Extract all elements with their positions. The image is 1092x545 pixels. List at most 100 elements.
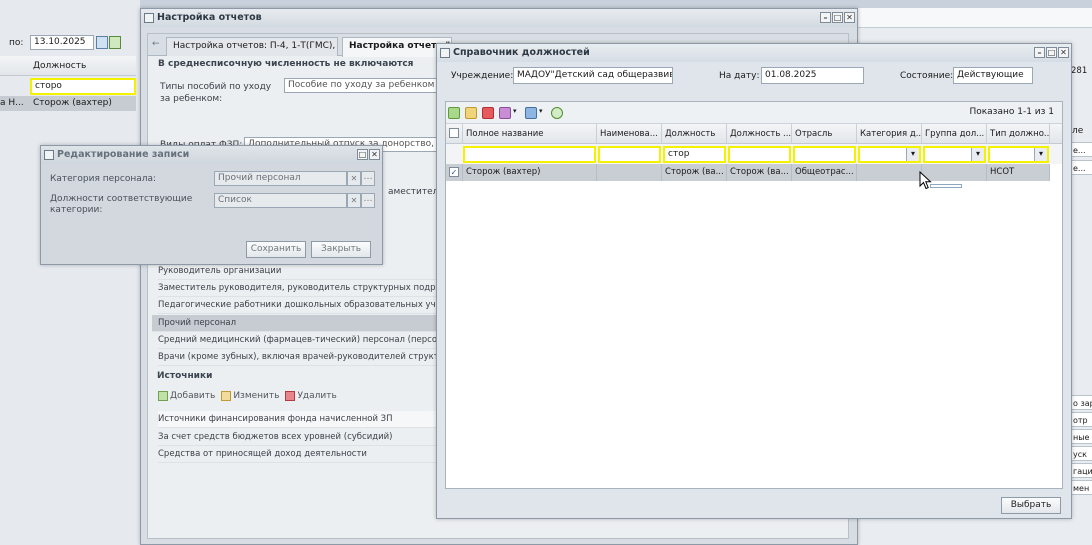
tab-report-p4[interactable]: Настройка отчетов: П-4, 1-Т(ГМС), 1-Т [166, 37, 338, 56]
column-position[interactable]: Должность [662, 124, 727, 144]
actions-menu-icon[interactable] [499, 107, 511, 119]
minimize-icon[interactable]: – [1034, 47, 1045, 58]
arrow-left-icon[interactable]: ← [152, 39, 160, 49]
select-positions-icon[interactable]: … [361, 193, 375, 208]
column-type[interactable]: Тип должно... [987, 124, 1050, 144]
chevron-down-icon[interactable]: ▾ [971, 148, 984, 161]
cell-type: НСОТ [987, 164, 1050, 181]
positions-window-title: Справочник должностей [453, 47, 590, 58]
positions-field[interactable]: Список [214, 193, 347, 208]
category-row[interactable]: Заместитель руководителя, руководитель с… [158, 280, 448, 297]
refresh-icon[interactable] [551, 107, 563, 119]
window-icon [144, 13, 154, 23]
sources-toolbar: Добавить Изменить Удалить [158, 391, 343, 401]
background-right-row-1: е... [1070, 142, 1092, 157]
edit-dialog-title: Редактирование записи [57, 149, 190, 160]
close-icon[interactable]: ✕ [844, 12, 855, 23]
select-button[interactable]: Выбрать [1001, 497, 1061, 514]
background-right-item: отр [1070, 412, 1092, 427]
column-industry[interactable]: Отрасль [792, 124, 857, 144]
on-date-label: На дату: [719, 71, 760, 81]
close-icon[interactable]: ✕ [1058, 47, 1069, 58]
filter-position[interactable]: стор [663, 146, 726, 163]
pencil-icon[interactable] [465, 107, 477, 119]
column-full-name[interactable]: Полное название [463, 124, 597, 144]
source-row[interactable]: Средства от приносящей доход деятельност… [158, 446, 448, 463]
source-row[interactable]: Источники финансирования фонда начисленн… [158, 411, 448, 428]
filter-industry[interactable] [793, 146, 856, 163]
close-icon[interactable]: ✕ [369, 149, 380, 160]
filter-category[interactable]: ▾ [858, 146, 921, 163]
select-category-icon[interactable]: … [361, 171, 375, 186]
source-row[interactable]: За счет средств бюджетов всех уровней (с… [158, 429, 448, 446]
maximize-icon[interactable]: □ [1046, 47, 1057, 58]
cell-full-name: Сторож (вахтер) [463, 164, 597, 181]
position-column-header: Должность [33, 61, 87, 71]
background-right-value: 281 [1071, 66, 1088, 76]
row-checkbox[interactable]: ✓ [449, 167, 459, 177]
select-all-cell[interactable] [446, 124, 463, 144]
edit-record-dialog: Редактирование записи □ ✕ Категория перс… [40, 145, 383, 265]
grid-toolbar: ▾ ▾ Показано 1-1 из 1 [446, 102, 1062, 124]
report-window-titlebar[interactable]: Настройка отчетов – □ ✕ [141, 9, 857, 27]
edit-window-icon [44, 150, 54, 160]
list-window-icon [440, 48, 450, 58]
positions-window-titlebar[interactable]: Справочник должностей – □ ✕ [437, 44, 1071, 62]
report-window-title: Настройка отчетов [157, 12, 262, 23]
filter-position-2[interactable] [728, 146, 791, 163]
filter-full-name[interactable] [463, 146, 596, 163]
column-position-2[interactable]: Должность ... [727, 124, 792, 144]
chevron-down-icon[interactable]: ▾ [906, 148, 919, 161]
add-icon[interactable] [448, 107, 460, 119]
state-label: Состояние: [900, 71, 954, 81]
add-source-label: Добавить [170, 391, 216, 401]
category-row[interactable]: Педагогические работники дошкольных обра… [158, 297, 448, 314]
background-right-item: ные [1070, 429, 1092, 444]
category-row[interactable]: Руководитель организации [158, 263, 448, 280]
chevron-down-icon[interactable]: ▾ [513, 107, 517, 115]
save-button[interactable]: Сохранить [246, 241, 306, 258]
edit-dialog-titlebar[interactable]: Редактирование записи □ ✕ [41, 146, 382, 164]
clear-category-icon[interactable]: ✕ [347, 171, 361, 186]
category-row[interactable]: Средний медицинский (фармацев-тический) … [158, 332, 448, 349]
date-to-field[interactable]: 13.10.2025 [30, 35, 94, 50]
benefit-types-field[interactable]: Пособие по уходу за ребенком до [284, 78, 444, 93]
cell-name [597, 164, 662, 181]
state-field[interactable]: Действующие [953, 67, 1033, 84]
background-position-filter[interactable]: сторо [30, 78, 136, 95]
edit-source-button[interactable]: Изменить [221, 391, 279, 401]
select-all-checkbox[interactable] [449, 128, 459, 138]
table-row[interactable]: ✓ Сторож (вахтер) Сторож (ва... Сторож (… [446, 164, 1050, 181]
column-category[interactable]: Категория д... [857, 124, 922, 144]
close-button[interactable]: Закрыть [311, 241, 371, 258]
row-select-cell[interactable]: ✓ [446, 164, 463, 181]
add-source-button[interactable]: Добавить [158, 391, 215, 401]
delete-icon[interactable] [482, 107, 494, 119]
column-name[interactable]: Наименова... [597, 124, 662, 144]
column-group[interactable]: Группа дол... [922, 124, 987, 144]
delete-source-button[interactable]: Удалить [285, 391, 337, 401]
clear-positions-icon[interactable]: ✕ [347, 193, 361, 208]
refresh-icon[interactable] [109, 36, 121, 49]
chevron-down-icon[interactable]: ▾ [539, 107, 543, 115]
pencil-icon [221, 391, 232, 401]
filter-group[interactable]: ▾ [923, 146, 986, 163]
institution-field[interactable]: МАДОУ"Детский сад общеразвива [513, 67, 673, 84]
dropdown-list-stub [930, 184, 962, 188]
category-row-selected[interactable]: Прочий персонал [152, 315, 442, 332]
filter-type[interactable]: ▾ [988, 146, 1049, 163]
background-row[interactable]: а Н... Сторож (вахтер) [0, 96, 136, 111]
category-row[interactable]: Врачи (кроме зубных), включая врачей-рук… [158, 349, 448, 366]
maximize-icon[interactable]: □ [357, 149, 368, 160]
benefit-types-label: Типы пособий по уходу за ребенком: [160, 82, 272, 104]
exclude-heading: В среднесписочную численность не включаю… [158, 59, 414, 69]
print-menu-icon[interactable] [525, 107, 537, 119]
chevron-down-icon[interactable]: ▾ [1034, 148, 1047, 161]
minimize-icon[interactable]: – [820, 12, 831, 23]
maximize-icon[interactable]: □ [832, 12, 843, 23]
filter-name[interactable] [598, 146, 661, 163]
on-date-field[interactable]: 01.08.2025 [761, 67, 864, 84]
background-right-item: о зар [1070, 395, 1092, 410]
calendar-icon[interactable] [96, 36, 108, 49]
category-field[interactable]: Прочий персонал [214, 171, 347, 186]
